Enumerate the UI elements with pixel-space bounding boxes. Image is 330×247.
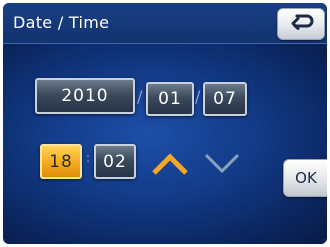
chevron-up-icon	[150, 153, 190, 183]
day-field[interactable]: 07	[203, 82, 247, 116]
hour-field[interactable]: 18	[40, 144, 82, 179]
page-title: Date / Time	[13, 13, 110, 32]
back-return-icon	[288, 13, 314, 35]
month-field[interactable]: 01	[146, 82, 194, 116]
decrease-button[interactable]	[202, 147, 242, 177]
increase-button[interactable]	[150, 149, 190, 179]
date-separator: /	[195, 87, 201, 106]
ok-button[interactable]: OK	[283, 159, 327, 197]
date-time-screen: Date / Time 2010 / 01 / 07 18 : 02 OK	[3, 3, 327, 244]
ok-label: OK	[295, 169, 317, 187]
minute-field[interactable]: 02	[94, 144, 136, 179]
back-button[interactable]	[277, 8, 325, 40]
title-bar: Date / Time	[3, 3, 327, 44]
date-separator: /	[137, 87, 143, 106]
year-field[interactable]: 2010	[35, 78, 135, 114]
time-separator: :	[86, 151, 91, 165]
chevron-down-icon	[202, 153, 242, 181]
